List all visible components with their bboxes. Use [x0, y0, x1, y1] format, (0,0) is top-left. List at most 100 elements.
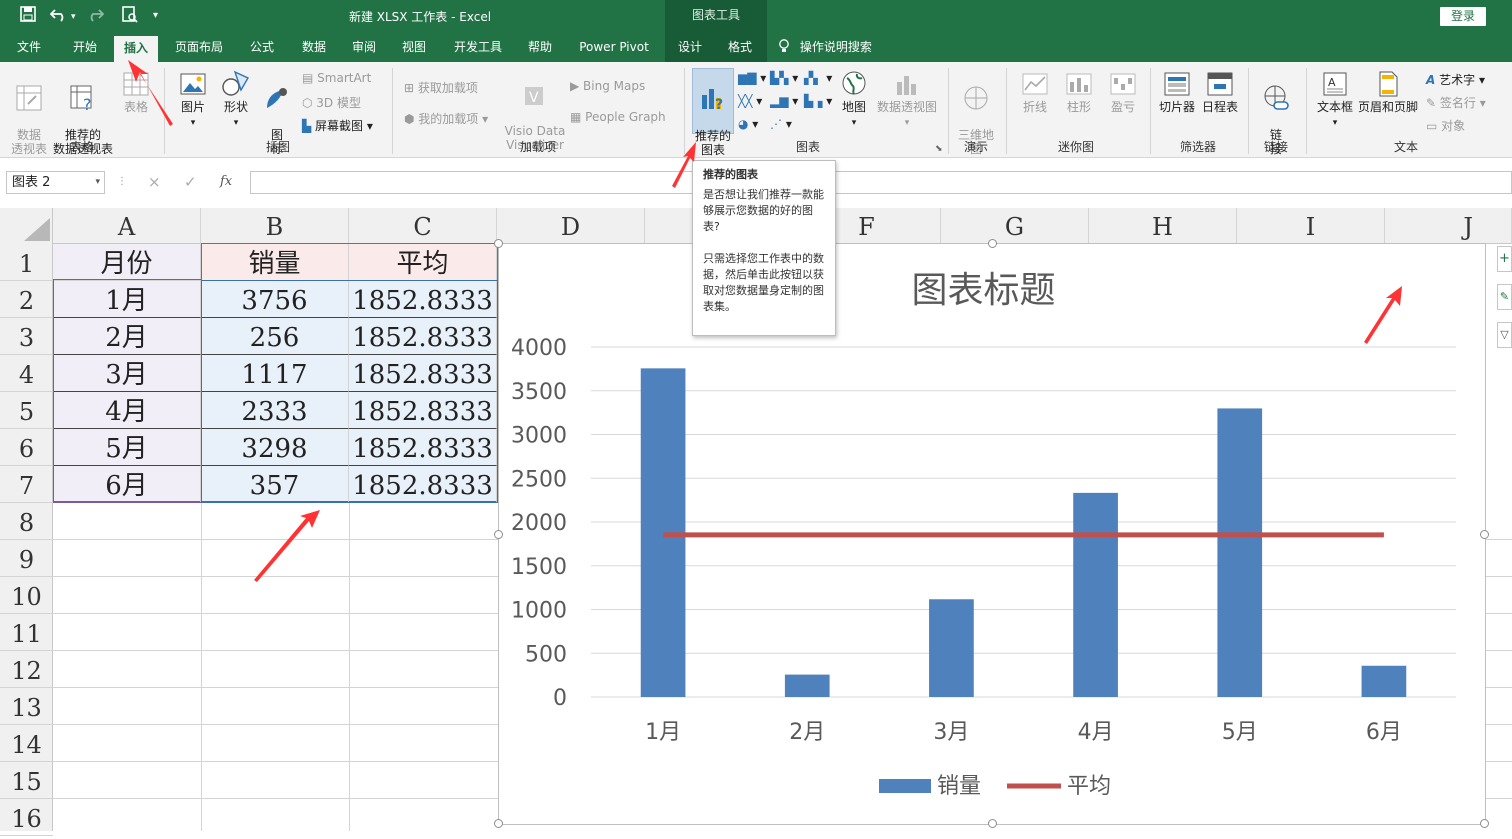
cancel-icon[interactable]: ×: [148, 173, 161, 191]
people-graph-button[interactable]: ▦ People Graph: [570, 110, 666, 124]
header-footer-button[interactable]: 页眉和页脚: [1356, 70, 1420, 114]
row-header-3[interactable]: 3: [0, 318, 53, 355]
customize-quick-access-icon[interactable]: ▾: [153, 10, 158, 21]
insert-function-icon[interactable]: fx: [220, 174, 232, 189]
cell-a6[interactable]: 5月: [53, 429, 201, 466]
row-header-16[interactable]: 16: [0, 799, 53, 836]
tab-chart-format[interactable]: 格式: [718, 34, 762, 62]
enter-icon[interactable]: ✓: [184, 173, 197, 191]
cell-c6[interactable]: 1852.8333: [349, 429, 497, 466]
tab-help[interactable]: 帮助: [518, 34, 562, 62]
line-chart-button[interactable]: ╳╳ ▾: [738, 94, 762, 108]
chart-filter-icon[interactable]: ▽: [1497, 322, 1512, 348]
column-header-g[interactable]: G: [941, 208, 1089, 244]
screenshot-button[interactable]: ▙ 屏幕截图 ▾: [302, 117, 373, 134]
tab-file[interactable]: 文件: [6, 34, 52, 62]
waterfall-chart-button[interactable]: ▞▖ ▾: [804, 71, 832, 85]
statistic-chart-button[interactable]: ▂▆ ▾: [770, 94, 798, 108]
save-icon[interactable]: [20, 6, 36, 26]
timeline-button[interactable]: 日程表: [1200, 70, 1240, 114]
cell-b6[interactable]: 3298: [201, 429, 349, 466]
wordart-button[interactable]: A 艺术字 ▾: [1426, 71, 1485, 88]
login-button[interactable]: 登录: [1440, 7, 1486, 26]
cell-b5[interactable]: 2333: [201, 392, 349, 429]
sparkline-column-button[interactable]: 柱形: [1058, 70, 1100, 114]
row-header-8[interactable]: 8: [0, 503, 53, 540]
cell-a1[interactable]: 月份: [53, 244, 201, 281]
column-header-b[interactable]: B: [201, 208, 349, 244]
row-header-7[interactable]: 7: [0, 466, 53, 503]
row-header-4[interactable]: 4: [0, 355, 53, 392]
column-header-i[interactable]: I: [1237, 208, 1385, 244]
print-preview-icon[interactable]: [122, 6, 138, 27]
my-addins-button[interactable]: ⬢ 我的加载项 ▾: [404, 110, 488, 127]
column-chart-button[interactable]: ▆▇ ▾: [738, 71, 766, 85]
cell-b4[interactable]: 1117: [201, 355, 349, 392]
tab-power-pivot[interactable]: Power Pivot: [572, 34, 656, 62]
resize-handle-top-left[interactable]: [494, 239, 503, 248]
textbox-button[interactable]: A 文本框 ▾: [1314, 70, 1356, 130]
cell-c4[interactable]: 1852.8333: [349, 355, 497, 392]
get-addins-button[interactable]: ⊞ 获取加载项: [404, 79, 478, 96]
sparkline-line-button[interactable]: 折线: [1014, 70, 1056, 114]
cell-b3[interactable]: 256: [201, 318, 349, 355]
row-header-5[interactable]: 5: [0, 392, 53, 429]
tab-formulas[interactable]: 公式: [240, 34, 284, 62]
pivotchart-button[interactable]: 数据透视图 ▾: [874, 70, 940, 130]
scatter-chart-button[interactable]: ⋰ ▾: [770, 117, 792, 131]
row-header-15[interactable]: 15: [0, 762, 53, 799]
hierarchy-chart-button[interactable]: ▙▚ ▾: [770, 71, 798, 85]
row-header-2[interactable]: 2: [0, 281, 53, 318]
chart-object[interactable]: 图表标题 0 500 1000 1500 2000 2500 3000 3500 4000 1月 2月…: [494, 239, 1489, 828]
resize-handle-bottom-right[interactable]: [1480, 819, 1489, 828]
cell-b2[interactable]: 3756: [201, 281, 349, 318]
cell-c3[interactable]: 1852.8333: [349, 318, 497, 355]
column-header-h[interactable]: H: [1089, 208, 1237, 244]
cell-a3[interactable]: 2月: [53, 318, 201, 355]
cell-c2[interactable]: 1852.8333: [349, 281, 497, 318]
name-box[interactable]: 图表 2 ▾: [6, 171, 105, 194]
cell-a7[interactable]: 6月: [53, 466, 201, 503]
pie-chart-button[interactable]: ◕ ▾: [738, 117, 758, 131]
tab-page-layout[interactable]: 页面布局: [168, 34, 230, 62]
resize-handle-bottom-left[interactable]: [494, 819, 503, 828]
slicer-button[interactable]: 切片器: [1156, 70, 1198, 114]
recommended-charts-button[interactable]: ? 推荐的 图表: [692, 68, 734, 157]
tab-view[interactable]: 视图: [392, 34, 436, 62]
name-box-dropdown-icon[interactable]: ▾: [95, 172, 100, 193]
row-header-9[interactable]: 9: [0, 540, 53, 577]
cell-a4[interactable]: 3月: [53, 355, 201, 392]
sparkline-winloss-button[interactable]: 盈亏: [1102, 70, 1144, 114]
shapes-button[interactable]: 形状 ▾: [216, 70, 256, 130]
tell-me-search[interactable]: 操作说明搜索: [778, 34, 888, 62]
tab-developer[interactable]: 开发工具: [446, 34, 510, 62]
undo-icon[interactable]: [49, 6, 68, 26]
cell-b7[interactable]: 357: [201, 466, 349, 503]
cell-c5[interactable]: 1852.8333: [349, 392, 497, 429]
combo-chart-button[interactable]: ▙▗ ▾: [804, 94, 832, 108]
bing-maps-button[interactable]: ▶ Bing Maps: [570, 79, 645, 93]
resize-handle-left[interactable]: [494, 530, 503, 539]
object-button[interactable]: ▭ 对象: [1426, 117, 1465, 134]
row-header-10[interactable]: 10: [0, 577, 53, 614]
undo-dropdown-icon[interactable]: ▾: [71, 12, 76, 22]
tab-review[interactable]: 审阅: [342, 34, 386, 62]
cell-c1[interactable]: 平均: [349, 244, 497, 281]
cell-a5[interactable]: 4月: [53, 392, 201, 429]
chart-elements-plus-icon[interactable]: +: [1497, 246, 1512, 272]
row-header-14[interactable]: 14: [0, 725, 53, 762]
tab-insert[interactable]: 插入: [114, 36, 158, 64]
row-header-1[interactable]: 1: [0, 244, 53, 281]
formula-input[interactable]: [250, 171, 1512, 194]
3d-model-button[interactable]: ⬡ 3D 模型: [302, 94, 361, 111]
cell-b1[interactable]: 销量: [201, 244, 349, 281]
table-button[interactable]: 表格: [118, 70, 154, 114]
resize-handle-top[interactable]: [988, 239, 997, 248]
pictures-button[interactable]: 图片 ▾: [174, 70, 212, 130]
tab-chart-design[interactable]: 设计: [668, 34, 712, 62]
column-header-j[interactable]: J: [1385, 208, 1512, 244]
column-header-c[interactable]: C: [349, 208, 497, 244]
chart-styles-brush-icon[interactable]: ✎: [1497, 284, 1512, 310]
maps-button[interactable]: 地图 ▾: [838, 70, 870, 130]
row-header-13[interactable]: 13: [0, 688, 53, 725]
